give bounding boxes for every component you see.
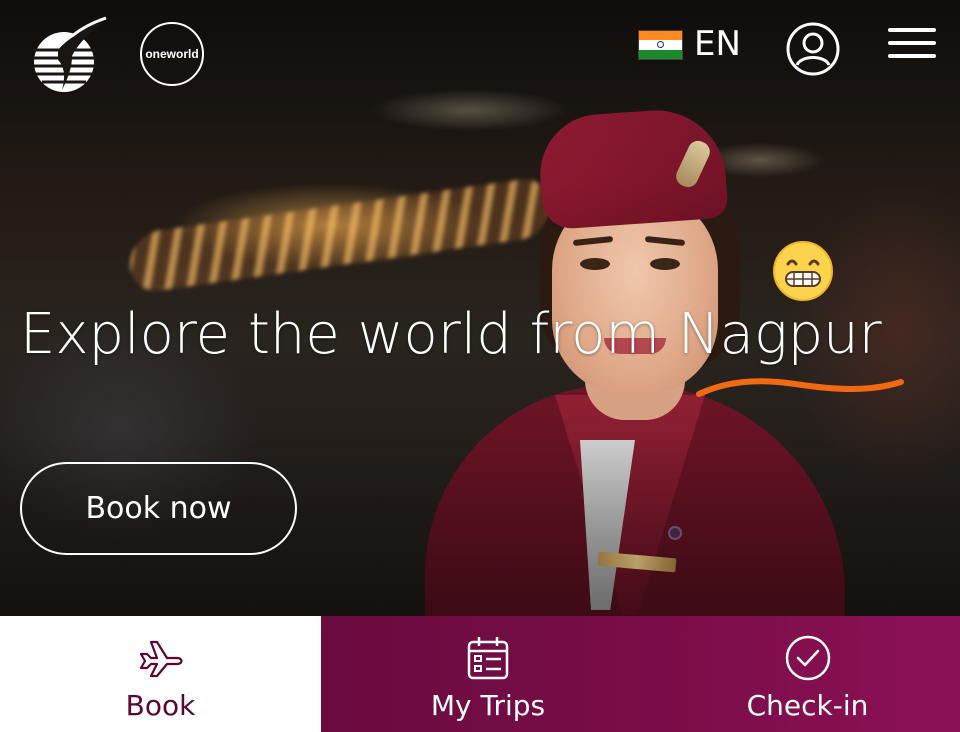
- language-selector[interactable]: EN: [694, 24, 741, 64]
- oneworld-badge[interactable]: oneworld: [140, 22, 204, 86]
- calendar-icon: [462, 632, 514, 684]
- tab-my-trips-label: My Trips: [430, 689, 546, 722]
- hamburger-menu-icon[interactable]: [888, 28, 936, 68]
- airplane-icon: [135, 632, 187, 684]
- hero-headline: Explore the world from Nagpur: [20, 302, 882, 367]
- tab-my-trips[interactable]: My Trips: [321, 616, 655, 732]
- bottom-tab-bar: Book My Trips Check-in: [0, 616, 960, 732]
- tab-check-in[interactable]: Check-in: [655, 616, 960, 732]
- user-icon[interactable]: [785, 21, 841, 77]
- india-flag-icon[interactable]: [639, 31, 682, 59]
- grinning-face-emoji: [773, 241, 833, 301]
- oryx-logo-icon[interactable]: [28, 16, 108, 96]
- tab-check-in-label: Check-in: [746, 689, 869, 722]
- orange-underline-annotation: [696, 378, 904, 397]
- tab-book-label: Book: [125, 689, 196, 722]
- oneworld-badge-text: oneworld: [145, 47, 199, 61]
- book-now-button[interactable]: Book now: [20, 462, 297, 555]
- tab-book[interactable]: Book: [0, 616, 321, 732]
- checkmark-circle-icon: [782, 632, 834, 684]
